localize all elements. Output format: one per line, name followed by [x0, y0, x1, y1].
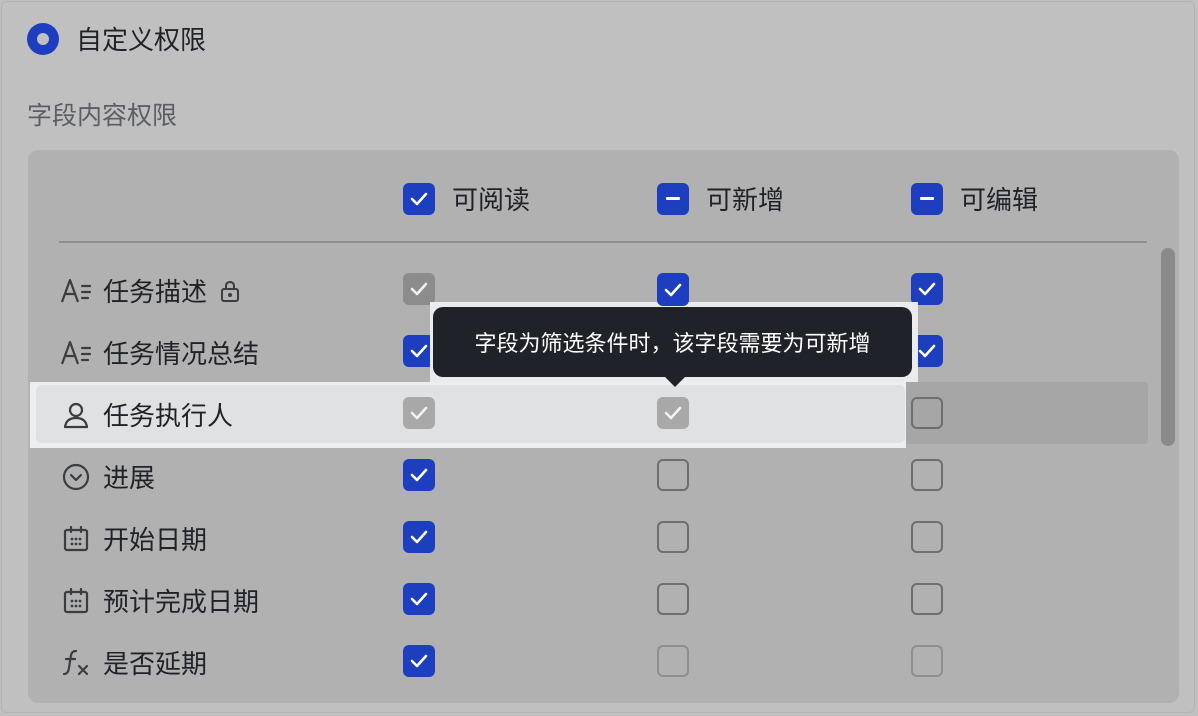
highlighted-row: 任务执行人 — [28, 382, 1179, 444]
field-label: 预计完成日期 — [59, 582, 259, 619]
add-checkbox[interactable] — [657, 459, 689, 491]
tooltip-text: 字段为筛选条件时，该字段需要为可新增 — [474, 332, 871, 357]
field-label: 开始日期 — [59, 520, 207, 557]
lock-icon — [219, 279, 241, 303]
table-header: 可阅读 可新增 可编辑 — [28, 150, 1179, 242]
edit-checkbox[interactable] — [911, 273, 943, 305]
field-label: 任务情况总结 — [59, 334, 259, 371]
add-checkbox — [657, 645, 689, 677]
add-checkbox[interactable] — [657, 521, 689, 553]
field-label: 进展 — [59, 458, 155, 495]
column-add-label: 可新增 — [706, 186, 785, 216]
column-edit-label: 可编辑 — [960, 186, 1039, 216]
calendar-icon — [59, 584, 93, 618]
formula-icon — [59, 646, 93, 680]
field-name: 是否延期 — [103, 650, 208, 680]
field-label: 任务描述 — [59, 272, 241, 309]
field-name: 任务情况总结 — [103, 340, 260, 370]
read-all-checkbox[interactable] — [403, 182, 435, 215]
table-row: 开始日期 — [28, 506, 1179, 568]
field-name: 任务执行人 — [103, 402, 234, 432]
field-label: 是否延期 — [59, 644, 207, 681]
edit-checkbox — [911, 645, 943, 677]
add-checkbox[interactable] — [657, 583, 689, 615]
header-divider — [59, 241, 1147, 243]
tooltip: 字段为筛选条件时，该字段需要为可新增 — [433, 307, 912, 377]
text-field-icon — [59, 336, 93, 370]
field-label: 任务执行人 — [59, 396, 233, 433]
table-row: 预计完成日期 — [28, 568, 1179, 630]
radio-selected-icon[interactable] — [27, 22, 59, 55]
read-checkbox[interactable] — [403, 645, 435, 677]
edit-all-checkbox[interactable] — [911, 182, 943, 215]
field-name: 开始日期 — [103, 526, 208, 556]
read-checkbox — [403, 273, 435, 305]
field-name: 任务描述 — [103, 278, 208, 308]
person-icon — [59, 398, 93, 432]
text-field-icon — [59, 274, 93, 308]
read-checkbox[interactable] — [403, 583, 435, 615]
tooltip-arrow — [664, 376, 686, 387]
read-checkbox[interactable] — [403, 521, 435, 553]
add-all-checkbox[interactable] — [657, 182, 689, 215]
custom-permission-option[interactable]: 自定义权限 — [27, 20, 206, 57]
table-row: 进展 — [28, 444, 1179, 506]
add-checkbox — [657, 397, 689, 429]
edit-checkbox[interactable] — [911, 583, 943, 615]
column-add[interactable]: 可新增 — [657, 180, 784, 217]
field-name: 进展 — [103, 464, 156, 494]
edit-checkbox[interactable] — [911, 459, 943, 491]
table-row: 是否延期 — [28, 630, 1179, 692]
read-checkbox — [403, 397, 435, 429]
edit-checkbox[interactable] — [911, 521, 943, 553]
column-edit[interactable]: 可编辑 — [911, 180, 1038, 217]
field-name: 预计完成日期 — [103, 588, 260, 618]
column-read-label: 可阅读 — [452, 186, 531, 216]
custom-permission-label: 自定义权限 — [76, 26, 207, 56]
column-read[interactable]: 可阅读 — [403, 180, 530, 217]
add-checkbox[interactable] — [657, 274, 689, 306]
dropdown-circle-icon — [59, 460, 93, 494]
read-checkbox[interactable] — [403, 459, 435, 491]
calendar-icon — [59, 522, 93, 556]
field-content-permission-title: 字段内容权限 — [27, 101, 178, 130]
